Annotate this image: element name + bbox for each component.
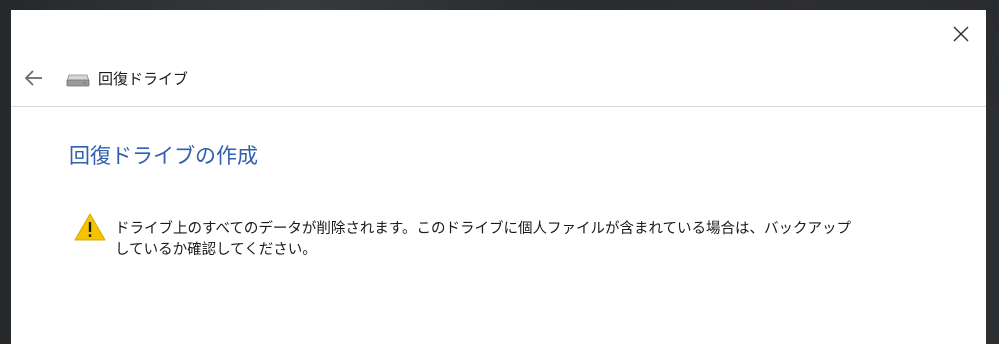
drive-icon bbox=[66, 74, 90, 87]
close-button[interactable] bbox=[950, 23, 972, 45]
back-button[interactable] bbox=[23, 67, 45, 89]
dialog-window: 回復ドライブ 回復ドライブの作成 ドライブ上のすべてのデータが削除されます。この… bbox=[11, 10, 986, 344]
page-title: 回復ドライブの作成 bbox=[69, 144, 258, 168]
close-icon bbox=[953, 26, 969, 42]
breadcrumb: 回復ドライブ bbox=[98, 70, 189, 88]
back-arrow-icon bbox=[24, 70, 42, 86]
warning-icon bbox=[74, 213, 106, 241]
navigation-bar: 回復ドライブ bbox=[11, 60, 986, 107]
warning-message: ドライブ上のすべてのデータが削除されます。このドライブに個人ファイルが含まれてい… bbox=[115, 221, 852, 258]
